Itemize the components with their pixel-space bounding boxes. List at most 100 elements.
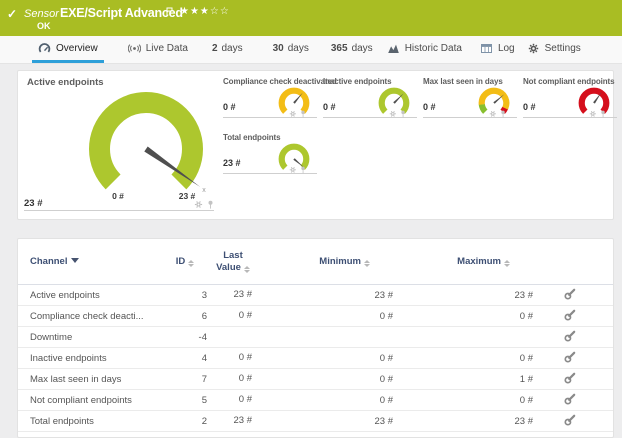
tab-label: Live Data	[146, 43, 188, 54]
column-header-channel[interactable]: Channel	[30, 256, 160, 267]
cell-min: 0 #	[256, 374, 396, 385]
gauge-scale-min: 0 #	[98, 191, 138, 201]
channel-settings-button[interactable]	[564, 288, 576, 300]
channel-table-panel: Channel ID Last Value Minimum Maximum Active…	[17, 238, 614, 438]
tab-log[interactable]: Log	[474, 36, 521, 63]
cell-max: 23 #	[396, 290, 536, 301]
pin-icon[interactable]	[500, 110, 506, 118]
column-label: Last Value	[216, 250, 243, 272]
cell-max: 0 #	[396, 311, 536, 322]
gauge-actions	[289, 166, 306, 174]
cell-channel: Inactive endpoints	[30, 353, 160, 364]
channel-settings-button[interactable]	[564, 309, 576, 321]
gauge-block-not-compliant-endpoints: Not compliant endpoints 0 #	[523, 77, 617, 123]
cell-channel: Max last seen in days	[30, 374, 160, 385]
tab-label: Log	[498, 43, 515, 54]
cell-id: -4	[160, 332, 210, 343]
tab-label-number: 2	[212, 43, 218, 54]
gauge-actions	[589, 110, 606, 118]
sort-icon	[364, 260, 370, 267]
cell-max: 0 #	[396, 395, 536, 406]
cell-min: 0 #	[256, 311, 396, 322]
cell-actions	[536, 393, 603, 408]
small-gear-icon[interactable]	[389, 110, 397, 118]
column-header-id[interactable]: ID	[160, 256, 210, 267]
cell-max: 1 #	[396, 374, 536, 385]
cell-id: 4	[160, 353, 210, 364]
channel-settings-button[interactable]	[564, 393, 576, 405]
table-header-row: Channel ID Last Value Minimum Maximum	[18, 239, 613, 285]
pin-icon[interactable]	[300, 166, 306, 174]
tab-2-days[interactable]: 2days	[206, 36, 249, 63]
cell-min: 23 #	[256, 416, 396, 427]
tab-label: Historic Data	[405, 43, 462, 54]
cell-max: 0 #	[396, 353, 536, 364]
table-row-max-last-seen-in-days: Max last seen in days70 #0 #1 #	[18, 369, 613, 390]
channel-settings-button[interactable]	[564, 372, 576, 384]
column-label: ID	[176, 256, 186, 267]
gauge-block-total-endpoints: Total endpoints 23 #	[223, 133, 317, 179]
table-row-downtime: Downtime-4	[18, 327, 613, 348]
channel-settings-button[interactable]	[564, 330, 576, 342]
broadcast-icon	[128, 42, 141, 55]
column-header-maximum[interactable]: Maximum	[396, 256, 536, 267]
tab-overview[interactable]: Overview	[32, 36, 104, 63]
tab-label: days	[288, 43, 309, 54]
pin-icon[interactable]	[300, 110, 306, 118]
cell-channel: Downtime	[30, 332, 160, 343]
tab-label: Overview	[56, 43, 98, 54]
gauge-actions	[194, 200, 214, 209]
small-gear-icon[interactable]	[589, 110, 597, 118]
cell-actions	[536, 330, 603, 345]
wrench-icon	[564, 351, 576, 363]
tab-historic-data[interactable]: Historic Data	[381, 36, 468, 63]
small-gear-icon[interactable]	[289, 166, 297, 174]
cell-min: 23 #	[256, 290, 396, 301]
tab-live-data[interactable]: Live Data	[122, 36, 194, 63]
cell-channel: Active endpoints	[30, 290, 160, 301]
tab-settings[interactable]: Settings	[521, 36, 587, 63]
pin-icon[interactable]	[400, 110, 406, 118]
table-row-inactive-endpoints: Inactive endpoints40 #0 #0 #	[18, 348, 613, 369]
status-badge: OK	[37, 21, 51, 31]
small-gear-icon[interactable]	[289, 110, 297, 118]
pin-icon[interactable]	[207, 200, 214, 209]
gauge-value: 0 #	[323, 102, 336, 112]
wrench-icon	[564, 393, 576, 405]
cell-min: 0 #	[256, 395, 396, 406]
cell-channel: Not compliant endpoints	[30, 395, 160, 406]
tab-30-days[interactable]: 30days	[267, 36, 315, 63]
cell-last: 23 #	[210, 289, 256, 300]
tab-label-number: 365	[331, 43, 348, 54]
gauge-block-compliance-check-deactivated: Compliance check deactivated 0 #	[223, 77, 317, 123]
pin-icon[interactable]	[600, 110, 606, 118]
cell-last: 0 #	[210, 352, 256, 363]
tab-365-days[interactable]: 365days	[325, 36, 379, 63]
cell-actions	[536, 372, 603, 387]
table-row-total-endpoints: Total endpoints223 #23 #23 #	[18, 411, 613, 432]
gauge-block-max-last-seen-in-days: Max last seen in days 0 #	[423, 77, 517, 123]
priority-star-rating[interactable]: ★★★☆☆	[180, 6, 230, 17]
area-chart-icon	[387, 42, 400, 55]
column-header-minimum[interactable]: Minimum	[256, 256, 396, 267]
tab-bar: OverviewLive Data2days30days365daysHisto…	[0, 36, 622, 64]
cell-actions	[536, 288, 603, 303]
cell-last: 0 #	[210, 373, 256, 384]
object-kind-label: Sensor	[24, 8, 59, 20]
wrench-icon	[564, 414, 576, 426]
flag-icon	[166, 4, 173, 22]
cell-channel: Compliance check deacti...	[30, 311, 160, 322]
sensor-title: EXE/Script Advanced	[60, 6, 183, 20]
small-gear-icon[interactable]	[194, 200, 203, 209]
table-row-active-endpoints: Active endpoints323 #23 #23 #	[18, 285, 613, 306]
gauge-value: 23 #	[24, 198, 43, 209]
channel-settings-button[interactable]	[564, 414, 576, 426]
channel-settings-button[interactable]	[564, 351, 576, 363]
gauge-value: 0 #	[223, 102, 236, 112]
cell-id: 5	[160, 395, 210, 406]
column-header-last-value[interactable]: Last Value	[210, 250, 256, 273]
column-label: Maximum	[457, 256, 501, 267]
small-gear-icon[interactable]	[489, 110, 497, 118]
check-icon: ✓	[7, 7, 17, 21]
gauge-value: 0 #	[523, 102, 536, 112]
